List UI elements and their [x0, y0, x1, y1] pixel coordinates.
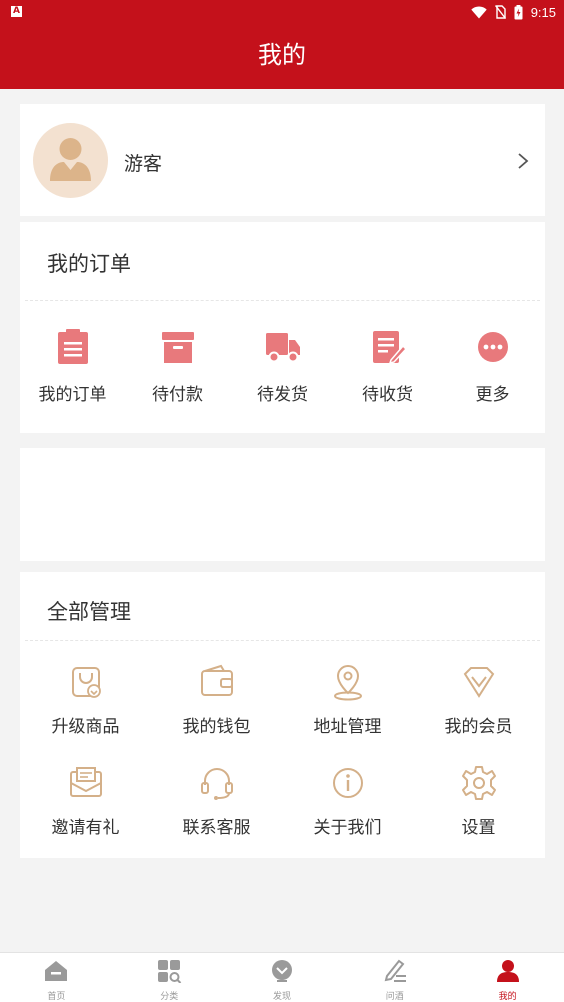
gear-icon [461, 766, 496, 800]
page-title: 我的 [0, 24, 564, 89]
tab-label: 问酒 [385, 992, 404, 1002]
write-icon [384, 959, 406, 982]
banner-placeholder [20, 448, 545, 561]
tab-label: 分类 [160, 992, 179, 1002]
chevron-right-icon [518, 153, 529, 169]
manage-card: 全部管理 升级商品 我的钱包 地址管理 我的会员 邀请有礼 联系客服 关于我们 … [20, 572, 545, 858]
manage-item-label: 我的会员 [444, 717, 513, 737]
manage-item-customer-service[interactable]: 联系客服 [151, 763, 282, 838]
archive-box-icon [161, 332, 194, 363]
tab-mine[interactable]: 我的 [451, 953, 564, 1002]
avatar-person-icon [50, 138, 91, 181]
tab-ask-wine[interactable]: 问酒 [338, 953, 451, 1002]
profile-card[interactable]: 游客 [20, 104, 545, 216]
more-dots-icon [477, 332, 508, 362]
order-item-label: 待付款 [152, 385, 203, 405]
truck-icon [265, 333, 300, 363]
home-icon [45, 961, 68, 981]
manage-item-membership[interactable]: 我的会员 [413, 662, 544, 737]
manage-item-label: 设置 [461, 818, 496, 838]
tab-label: 首页 [47, 992, 66, 1002]
discover-icon [271, 960, 292, 982]
order-item-label: 待发货 [257, 385, 308, 405]
wifi-icon [470, 5, 487, 18]
tab-discover[interactable]: 发现 [226, 953, 339, 1002]
clipboard-icon [57, 329, 88, 364]
upgrade-bag-icon [71, 667, 101, 698]
no-sim-icon [494, 5, 506, 19]
manage-item-label: 联系客服 [182, 818, 251, 838]
order-item-pending-payment[interactable]: 待付款 [125, 327, 230, 405]
order-item-pending-receipt[interactable]: 待收货 [335, 327, 440, 405]
tab-label: 发现 [272, 992, 291, 1002]
manage-item-label: 升级商品 [51, 717, 120, 737]
headset-icon [200, 768, 233, 800]
clock: 9:15 [530, 4, 556, 20]
bottom-tab-bar: 首页 分类 发现 问酒 我的 [0, 952, 564, 1002]
manage-item-label: 邀请有礼 [51, 818, 120, 838]
manage-item-settings[interactable]: 设置 [413, 763, 544, 838]
manage-item-label: 关于我们 [313, 818, 382, 838]
location-pin-icon [333, 664, 362, 701]
status-bar: A 9:15 [0, 0, 564, 24]
app-notification-icon: A [11, 6, 22, 17]
order-item-more[interactable]: 更多 [440, 327, 545, 405]
divider [25, 640, 540, 641]
info-icon [332, 768, 363, 798]
order-item-label: 更多 [475, 385, 510, 405]
manage-item-invite[interactable]: 邀请有礼 [20, 763, 151, 838]
category-icon [158, 960, 182, 984]
manage-item-label: 地址管理 [313, 717, 382, 737]
wallet-icon [200, 664, 233, 696]
manage-item-about[interactable]: 关于我们 [282, 763, 413, 838]
order-item-label: 我的订单 [38, 385, 107, 405]
user-name: 游客 [124, 153, 163, 175]
envelope-icon [69, 767, 102, 797]
divider [25, 300, 540, 301]
manage-item-upgrade-goods[interactable]: 升级商品 [20, 662, 151, 737]
edit-document-icon [372, 331, 407, 365]
tab-home[interactable]: 首页 [0, 953, 113, 1002]
order-item-label: 待收货 [362, 385, 413, 405]
user-icon [496, 960, 519, 982]
manage-item-label: 我的钱包 [182, 717, 251, 737]
tab-label: 我的 [498, 992, 517, 1002]
orders-section-title: 我的订单 [47, 252, 131, 276]
order-item-pending-shipment[interactable]: 待发货 [230, 327, 335, 405]
manage-item-address[interactable]: 地址管理 [282, 662, 413, 737]
manage-section-title: 全部管理 [47, 600, 131, 624]
battery-charging-icon [514, 4, 523, 19]
manage-item-wallet[interactable]: 我的钱包 [151, 662, 282, 737]
orders-card: 我的订单 我的订单 待付款 待发货 待收货 更多 [20, 222, 545, 433]
diamond-icon [463, 667, 494, 698]
order-item-all[interactable]: 我的订单 [20, 327, 125, 405]
tab-category[interactable]: 分类 [113, 953, 226, 1002]
avatar [33, 123, 108, 198]
